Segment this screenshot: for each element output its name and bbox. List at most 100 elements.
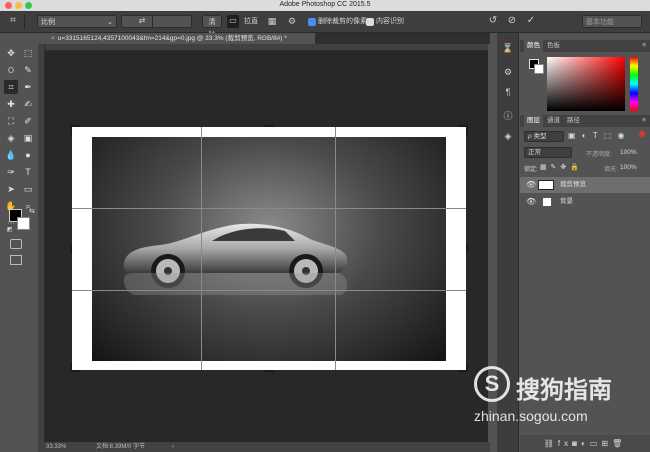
lasso-tool-icon[interactable]: ଠ xyxy=(4,63,18,77)
crop-tool-icon[interactable]: ⌗ xyxy=(4,80,18,94)
crop-handle-top-right[interactable] xyxy=(466,125,468,135)
clear-button[interactable]: 清除 xyxy=(202,15,222,39)
status-menu-arrow-icon[interactable]: › xyxy=(172,442,174,452)
info-panel-icon[interactable]: ⓘ xyxy=(501,109,515,123)
tab-color[interactable]: 颜色 xyxy=(524,40,543,52)
gradient-tool-icon[interactable]: ▣ xyxy=(21,131,35,145)
hue-slider[interactable] xyxy=(630,57,638,111)
close-tab-icon[interactable]: × xyxy=(51,35,55,42)
cancel-icon[interactable]: ⊘ xyxy=(506,15,518,28)
tab-swatches[interactable]: 色板 xyxy=(544,40,563,52)
height-field[interactable] xyxy=(152,15,192,28)
fx-icon[interactable]: fx xyxy=(558,439,572,448)
adjustments-panel-icon[interactable]: ¶ xyxy=(501,85,515,99)
zoom-level[interactable]: 33.33% xyxy=(46,442,66,452)
healing-brush-tool-icon[interactable]: ✚ xyxy=(4,97,18,111)
crop-handle-top-left[interactable] xyxy=(70,125,72,135)
status-bar: 33.33% 文档:8.39M/0 字节 › xyxy=(38,442,490,452)
tab-layers[interactable]: 图层 xyxy=(524,115,543,127)
color-saturation-field[interactable] xyxy=(547,57,625,111)
content-aware-checkbox[interactable] xyxy=(366,18,374,26)
history-panel-icon[interactable]: ⌛ xyxy=(501,41,515,55)
crop-handle-bottom-right[interactable] xyxy=(466,362,468,372)
watermark-url: zhinan.sogou.com xyxy=(474,408,588,424)
crop-grid-line xyxy=(72,208,466,209)
add-mask-icon[interactable]: ◙ xyxy=(572,439,581,448)
crop-handle-left[interactable] xyxy=(70,244,72,254)
dodge-tool-icon[interactable]: ● xyxy=(21,148,35,162)
path-selection-tool-icon[interactable]: ➤ xyxy=(4,182,18,196)
layer-name: 背景 xyxy=(560,198,573,205)
eyedropper-tool-icon[interactable]: ✒ xyxy=(21,80,35,94)
delete-layer-icon[interactable]: 🗑 xyxy=(612,439,626,448)
screen-mode-icon[interactable] xyxy=(10,255,22,265)
layers-panel-tabs: 图层 通道 路径 ≡ xyxy=(520,115,650,127)
filter-toggle-icon[interactable] xyxy=(639,131,645,137)
adjustment-layer-icon[interactable]: ◐ xyxy=(581,439,590,448)
content-aware-label: 内容识别 xyxy=(376,18,404,25)
swap-colors-icon[interactable]: ⇆ xyxy=(29,207,35,215)
crop-handle-bottom-left[interactable] xyxy=(70,362,72,372)
visibility-eye-icon[interactable]: 👁 xyxy=(526,177,536,193)
layer-name[interactable]: 裁剪预览 xyxy=(560,177,586,193)
3d-panel-icon[interactable]: ◈ xyxy=(501,129,515,143)
overlay-grid-icon[interactable]: ▦ xyxy=(266,15,278,28)
layer-row-background[interactable]: 👁 背景 xyxy=(520,194,650,210)
properties-panel-icon[interactable]: ⚙ xyxy=(501,65,515,79)
new-layer-icon[interactable]: ⊞ xyxy=(601,439,612,448)
rectangle-tool-icon[interactable]: ▭ xyxy=(21,182,35,196)
history-brush-tool-icon[interactable]: ✐ xyxy=(21,114,35,128)
crop-tool-preset-icon[interactable]: ⌗ xyxy=(6,15,20,28)
panel-menu-icon[interactable]: ≡ xyxy=(642,40,646,52)
crop-handle-right[interactable] xyxy=(466,244,468,254)
straighten-icon[interactable]: ▭ xyxy=(227,15,239,28)
magic-wand-tool-icon[interactable]: ✎ xyxy=(21,63,35,77)
new-group-icon[interactable]: ▭ xyxy=(590,439,602,448)
eraser-tool-icon[interactable]: ◈ xyxy=(4,131,18,145)
fill-value[interactable]: 100% xyxy=(620,164,637,171)
quick-mask-icon[interactable] xyxy=(10,239,22,249)
clone-stamp-tool-icon[interactable]: ⛶ xyxy=(4,114,18,128)
crop-grid-line xyxy=(335,127,336,370)
layer-row-crop-preview[interactable]: 👁 裁剪预览 xyxy=(520,177,650,193)
sogou-watermark: S 搜狗指南 zhinan.sogou.com xyxy=(470,366,648,426)
sogou-logo-icon: S xyxy=(474,366,510,402)
crop-grid-line xyxy=(201,127,202,370)
opacity-value[interactable]: 100% xyxy=(620,149,637,156)
move-tool-icon[interactable]: ✥ xyxy=(4,46,18,60)
workspace-select[interactable]: 基本功能 xyxy=(582,15,642,28)
brush-tool-icon[interactable]: ✍ xyxy=(21,97,35,111)
workspace-select-label: 基本功能 xyxy=(586,19,614,26)
crop-handle-top[interactable] xyxy=(264,125,274,127)
car-image xyxy=(123,223,348,295)
ratio-select[interactable]: 比例 ⌄ xyxy=(37,15,117,28)
lock-icons[interactable]: ▦ ✎ ✥ 🔒 xyxy=(540,163,580,171)
commit-check-icon[interactable]: ✓ xyxy=(525,15,537,28)
crop-handle-bottom[interactable] xyxy=(264,370,274,372)
tab-paths[interactable]: 路径 xyxy=(564,115,583,127)
panel-menu-icon[interactable]: ≡ xyxy=(642,115,646,127)
color-panel-background[interactable] xyxy=(534,64,544,74)
delete-cropped-checkbox[interactable] xyxy=(308,18,316,26)
blur-tool-icon[interactable]: 💧 xyxy=(4,148,18,162)
pen-tool-icon[interactable]: ✑ xyxy=(4,165,18,179)
blend-mode-select[interactable]: 正常 xyxy=(524,147,572,158)
layer-filter-select[interactable]: ρ 类型 xyxy=(524,131,564,142)
gear-icon[interactable]: ⚙ xyxy=(286,15,298,28)
undo-icon[interactable]: ↺ xyxy=(487,15,499,28)
color-panel-tabs: 颜色 色板 ≡ xyxy=(520,40,650,52)
link-layers-icon[interactable]: ⛓ xyxy=(544,439,558,448)
visibility-eye-icon[interactable]: 👁 xyxy=(526,194,536,210)
document-tab-title: u=3315165124,4357100043&fm=214&gp=0.jpg … xyxy=(57,35,287,42)
marquee-tool-icon[interactable]: ⬚ xyxy=(21,46,35,60)
delete-cropped-label: 删除裁剪的像素 xyxy=(318,18,367,25)
fill-label: 填充: xyxy=(604,167,618,173)
background-color-swatch[interactable] xyxy=(17,217,30,230)
default-colors-icon[interactable]: ◩ xyxy=(7,226,13,233)
type-tool-icon[interactable]: T xyxy=(21,165,35,179)
document-tab[interactable]: × u=3315165124,4357100043&fm=214&gp=0.jpg… xyxy=(45,33,315,44)
document-tab-bar: × u=3315165124,4357100043&fm=214&gp=0.jpg… xyxy=(45,33,490,44)
swap-arrows-icon[interactable]: ⇄ xyxy=(137,15,147,28)
layer-filter-icons[interactable]: ▣ ◐ T ⬚ ◉ xyxy=(568,131,626,140)
tab-channels[interactable]: 通道 xyxy=(544,115,563,127)
